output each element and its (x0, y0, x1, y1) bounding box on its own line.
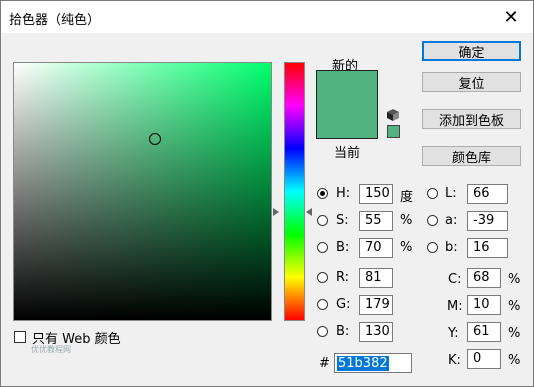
l-radio[interactable] (427, 188, 438, 199)
web-colors-only-checkbox[interactable] (14, 331, 26, 343)
hue-slider[interactable] (284, 62, 305, 321)
cube-icon[interactable] (387, 109, 399, 121)
b-unit: % (400, 240, 413, 255)
a-label: a: (445, 213, 458, 228)
color-libraries-button[interactable]: 颜色库 (422, 146, 521, 166)
h-radio[interactable] (317, 188, 328, 199)
add-to-swatches-button[interactable]: 添加到色板 (422, 109, 521, 129)
k-unit: % (508, 353, 521, 368)
hex-label: # (319, 356, 330, 371)
a-radio[interactable] (427, 215, 438, 226)
l-input[interactable]: 66 (467, 184, 508, 204)
h-input[interactable]: 150 (359, 184, 393, 204)
blue-radio[interactable] (317, 326, 328, 337)
title-bar: 拾色器（纯色） ✕ (1, 1, 533, 33)
color-picker-cursor[interactable] (149, 133, 161, 145)
r-input[interactable]: 81 (359, 268, 393, 288)
b-radio[interactable] (317, 242, 328, 253)
c-label: C: (448, 272, 462, 287)
l-label: L: (445, 186, 457, 201)
m-label: M: (447, 299, 463, 314)
current-color-label: 当前 (334, 146, 361, 161)
reset-button[interactable]: 复位 (422, 72, 521, 92)
r-label: R: (336, 270, 350, 285)
saturation-brightness-field[interactable] (13, 62, 272, 321)
k-input[interactable]: 0 (467, 349, 501, 369)
m-input[interactable]: 10 (467, 295, 501, 315)
k-label: K: (448, 353, 461, 368)
y-input[interactable]: 61 (467, 322, 501, 342)
y-label: Y: (448, 326, 459, 341)
b-input[interactable]: 70 (359, 238, 393, 258)
c-input[interactable]: 68 (467, 268, 501, 288)
lab-b-radio[interactable] (427, 242, 438, 253)
blue-input[interactable]: 130 (359, 322, 393, 342)
hex-value: 51b382 (337, 356, 389, 371)
g-radio[interactable] (317, 299, 328, 310)
y-unit: % (508, 326, 521, 341)
hex-input[interactable]: 51b382 (334, 353, 412, 373)
color-picker-window: 拾色器（纯色） ✕ 新的 当前 确定 复位 添加到色板 颜色库 H: 150 度… (0, 0, 534, 387)
color-preview-swatch (316, 70, 378, 139)
hue-slider-left-handle[interactable] (273, 208, 279, 216)
s-input[interactable]: 55 (359, 211, 393, 231)
b-label: B: (336, 240, 350, 255)
s-label: S: (336, 213, 349, 228)
h-label: H: (336, 186, 351, 201)
g-label: G: (336, 297, 351, 312)
blue-label: B: (336, 324, 350, 339)
close-icon[interactable]: ✕ (489, 1, 533, 33)
hue-slider-right-handle[interactable] (306, 208, 312, 216)
s-unit: % (400, 213, 413, 228)
web-safe-color-swatch[interactable] (387, 125, 400, 138)
c-unit: % (508, 272, 521, 287)
watermark: 优优教程网 (31, 345, 71, 354)
lab-b-input[interactable]: 16 (467, 238, 508, 258)
a-input[interactable]: -39 (467, 211, 508, 231)
r-radio[interactable] (317, 272, 328, 283)
window-title: 拾色器（纯色） (9, 13, 101, 28)
ok-button[interactable]: 确定 (422, 41, 521, 61)
lab-b-label: b: (445, 240, 458, 255)
h-unit: 度 (400, 190, 414, 205)
g-input[interactable]: 179 (359, 295, 393, 315)
s-radio[interactable] (317, 215, 328, 226)
m-unit: % (508, 299, 521, 314)
